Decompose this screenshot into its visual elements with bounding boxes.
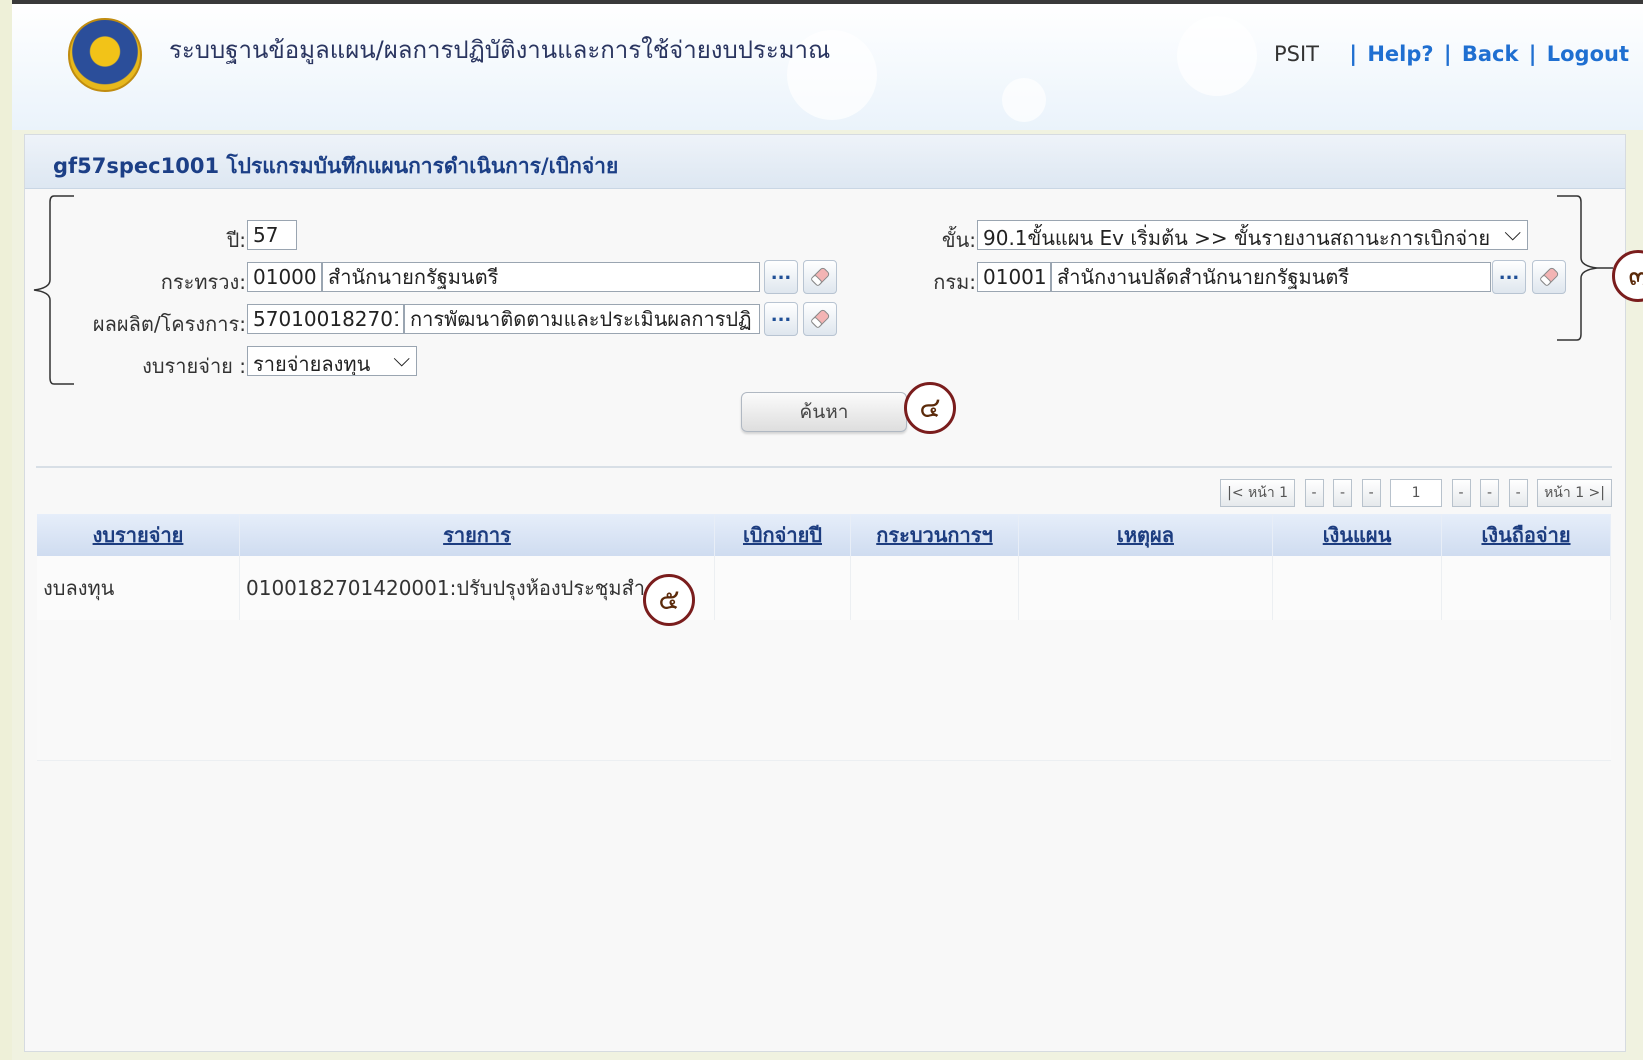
pager: |< หน้า 1 - - - 1 - - - หน้า 1 >| [1215,479,1612,509]
table-header: งบรายจ่าย รายการ เบิกจ่ายปี กระบวนการฯ เ… [37,514,1611,556]
project-lookup-button[interactable]: ... [764,302,798,336]
col-year[interactable]: เบิกจ่ายปี [715,514,851,556]
page-title: gf57spec1001 โปรแกรมบันทึกแผนการดำเนินกา… [53,154,619,178]
table-empty-area [37,620,1611,761]
pager-last[interactable]: หน้า 1 >| [1537,479,1612,507]
ministry-lookup-button[interactable]: ... [764,260,798,294]
cell-plan-money [1273,556,1442,620]
pager-current[interactable]: 1 [1390,479,1443,507]
pager-first[interactable]: |< หน้า 1 [1220,479,1296,507]
project-clear-button[interactable] [803,302,837,336]
col-budget[interactable]: งบรายจ่าย [37,514,240,556]
cell-reason [1019,556,1273,620]
annotation-marker-4: ๔ [904,382,956,434]
panel-header: gf57spec1001 โปรแกรมบันทึกแผนการดำเนินกา… [25,135,1625,189]
col-process[interactable]: กระบวนการฯ [851,514,1019,556]
app-title: ระบบฐานข้อมูลแผน/ผลการปฏิบัติงานและการใช… [169,36,831,64]
pager-next-3[interactable]: - [1508,479,1528,507]
project-label: ผลผลิต/โครงการ: [92,312,246,336]
budget-select[interactable]: รายจ่ายลงทุน ⌵ [247,346,417,376]
back-link[interactable]: Back [1462,42,1519,66]
year-label: ปี: [226,228,246,252]
cell-year [715,556,851,620]
logout-link[interactable]: Logout [1547,42,1629,66]
ministry-name-input[interactable] [322,262,760,292]
cell-held-money [1442,556,1611,620]
cell-budget: งบลงทุน [37,556,240,620]
ministry-code-input[interactable] [247,262,322,292]
ministry-clear-button[interactable] [803,260,837,294]
cell-process [851,556,1019,620]
pager-prev-3[interactable]: - [1361,479,1381,507]
app-header: ระบบฐานข้อมูลแผน/ผลการปฏิบัติงานและการใช… [12,0,1643,130]
budget-label: งบรายจ่าย : [142,354,246,378]
pager-prev-1[interactable]: - [1304,479,1324,507]
chevron-down-icon: ⌵ [393,347,410,372]
dept-label: กรม: [933,270,976,294]
search-button[interactable]: ค้นหา [741,392,907,432]
eraser-icon [811,267,830,286]
logo [68,18,142,92]
col-reason[interactable]: เหตุผล [1019,514,1273,556]
dept-name-input[interactable] [1051,262,1491,292]
ellipsis-icon: ... [770,263,792,284]
dept-lookup-button[interactable]: ... [1492,260,1526,294]
pager-prev-2[interactable]: - [1333,479,1353,507]
ellipsis-icon: ... [770,305,792,326]
top-links: PSIT | Help? | Back | Logout [1274,42,1629,66]
step-select[interactable]: 90.1ขั้นแผน Ev เริ่มต้น >> ขั้นรายงานสถา… [977,220,1528,250]
ministry-label: กระทรวง: [160,270,246,294]
dept-code-input[interactable] [977,262,1051,292]
right-bracket [1557,195,1613,341]
slide-border [0,0,12,1060]
project-name-input[interactable] [404,304,760,334]
eraser-icon [811,309,830,328]
help-link[interactable]: Help? [1367,42,1433,66]
col-plan-money[interactable]: เงินแผน [1273,514,1442,556]
pager-next-2[interactable]: - [1480,479,1500,507]
project-code-input[interactable] [247,304,404,334]
table-row[interactable]: งบลงทุน 0100182701420001:ปรับปรุงห้องประ… [37,556,1611,620]
pager-next-1[interactable]: - [1451,479,1471,507]
year-input[interactable] [247,220,297,250]
left-bracket [33,195,74,385]
divider [36,466,1612,468]
ellipsis-icon: ... [1498,263,1520,284]
step-label: ขั้น: [941,228,976,252]
col-item[interactable]: รายการ [240,514,715,556]
chevron-down-icon: ⌵ [1504,221,1521,246]
results-table: งบรายจ่าย รายการ เบิกจ่ายปี กระบวนการฯ เ… [37,514,1611,761]
user-name: PSIT [1274,42,1320,66]
col-held-money[interactable]: เงินถือจ่าย [1442,514,1611,556]
cell-item[interactable]: 0100182701420001:ปรับปรุงห้องประชุมสำ [240,556,715,620]
annotation-marker-5: ๕ [643,574,695,626]
